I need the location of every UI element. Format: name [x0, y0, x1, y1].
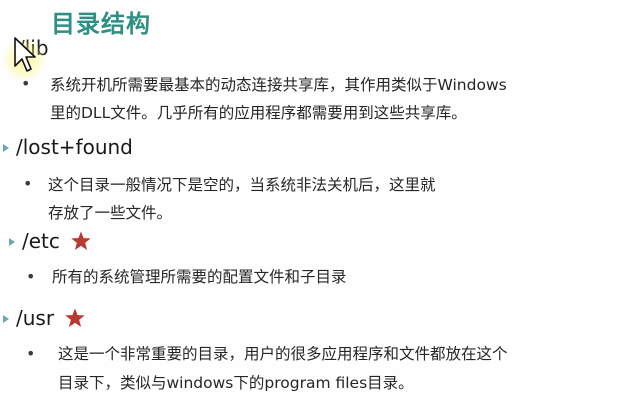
slide-title: 目录结构 — [51, 10, 151, 38]
arrow-bullet-icon — [3, 144, 9, 152]
bullet-dot: • — [26, 344, 36, 363]
bullet-dot: • — [26, 267, 36, 286]
entry-lost-found-line-1: 这个目录一般情况下是空的，当系统非法关机后，这里就 — [48, 176, 436, 194]
entry-etc-heading: /etc — [9, 229, 92, 253]
mouse-cursor-icon — [14, 37, 36, 72]
star-icon — [71, 231, 91, 250]
entry-name: /lost+found — [16, 135, 133, 159]
slide: 目录结构 /lib • 系统开机所需要最基本的动态连接共享库，其作用类似于Win… — [0, 0, 642, 414]
entry-usr-heading: /usr — [3, 306, 86, 330]
entry-lost-found-heading: /lost+found — [3, 135, 133, 159]
star-icon — [65, 308, 85, 327]
entry-name: /etc — [22, 229, 60, 253]
entry-lib-line-1: 系统开机所需要最基本的动态连接共享库，其作用类似于Windows — [50, 76, 507, 94]
arrow-bullet-icon — [3, 315, 9, 323]
arrow-bullet-icon — [9, 238, 15, 246]
entry-name: /usr — [16, 306, 55, 330]
entry-etc-line-1: 所有的系统管理所需要的配置文件和子目录 — [52, 268, 347, 286]
entry-lib-line-2: 里的DLL文件。几乎所有的应用程序都需要用到这些共享库。 — [50, 104, 467, 122]
entry-lost-found-line-2: 存放了一些文件。 — [48, 204, 173, 222]
entry-usr-line-2: 目录下，类似与windows下的program files目录。 — [58, 374, 414, 392]
entry-usr-line-1: 这是一个非常重要的目录，用户的很多应用程序和文件都放在这个 — [58, 345, 508, 363]
bullet-dot: • — [23, 174, 33, 193]
